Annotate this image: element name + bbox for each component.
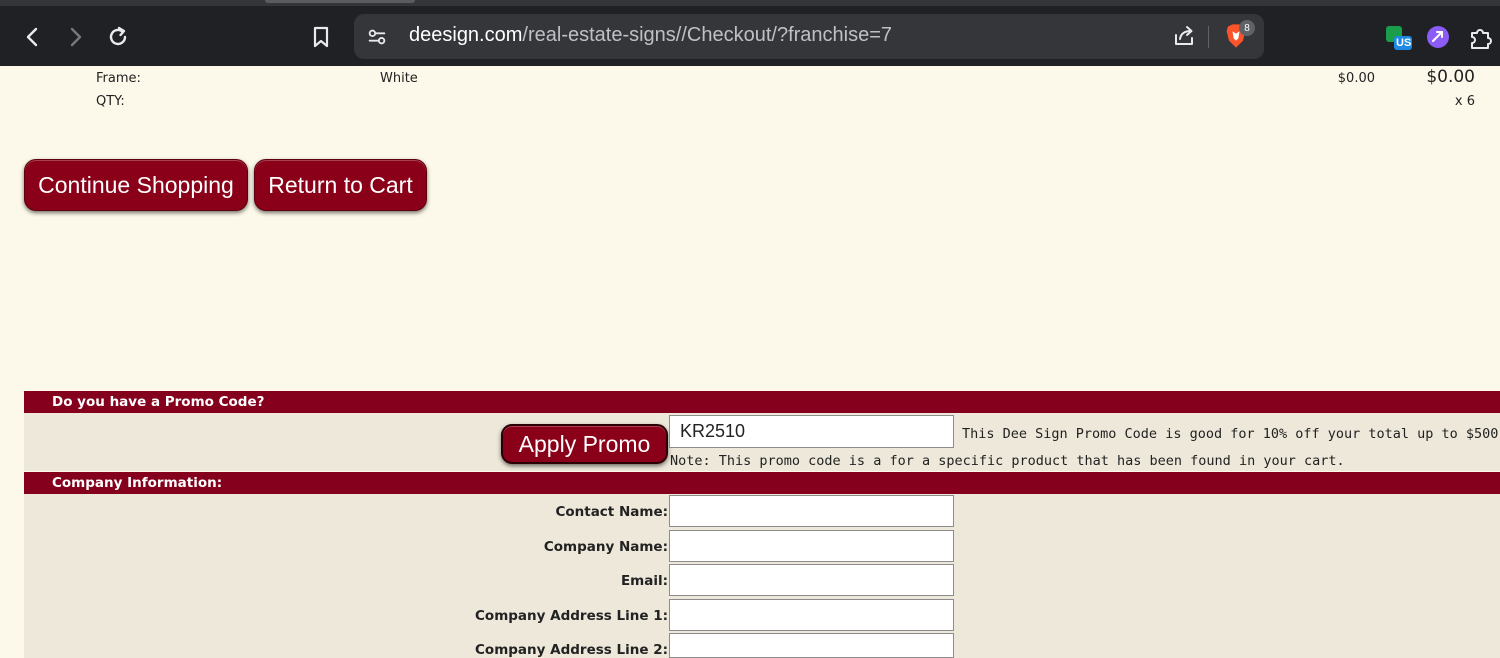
address-line-1-label: Company Address Line 1: [475, 608, 668, 624]
qty-value: x 6 [1454, 94, 1475, 109]
email-input[interactable] [669, 564, 954, 596]
line-total-price: $0.00 [1426, 67, 1475, 87]
tab-strip [0, 0, 1500, 6]
forward-icon[interactable] [60, 22, 90, 52]
continue-shopping-button[interactable]: Continue Shopping [24, 159, 248, 211]
url-host: deesign.com [409, 24, 523, 46]
bookmark-icon[interactable] [306, 22, 336, 52]
company-section-header: Company Information: [24, 472, 1500, 494]
promo-code-input[interactable] [669, 415, 954, 448]
vpn-extension-icon[interactable]: US [1385, 24, 1413, 52]
frame-value: White [380, 71, 418, 86]
promo-section-header: Do you have a Promo Code? [24, 391, 1500, 413]
extensions-puzzle-icon[interactable] [1467, 24, 1495, 52]
contact-name-label: Contact Name: [555, 504, 668, 520]
apply-promo-button[interactable]: Apply Promo [501, 424, 668, 464]
site-settings-icon[interactable] [366, 26, 388, 48]
company-name-label: Company Name: [543, 539, 668, 555]
return-to-cart-button[interactable]: Return to Cart [254, 159, 427, 211]
back-icon[interactable] [18, 22, 48, 52]
promo-description: This Dee Sign Promo Code is good for 10%… [962, 426, 1500, 442]
extension-label: US [1396, 37, 1412, 49]
address-line-2-input[interactable] [669, 633, 954, 658]
url-divider [1208, 26, 1209, 48]
brave-badge-count: 8 [1239, 20, 1255, 36]
address-bar[interactable]: deesign.com/real-estate-signs//Checkout/… [354, 14, 1264, 59]
url-text[interactable]: deesign.com/real-estate-signs//Checkout/… [409, 24, 892, 47]
checkout-page: Frame: White QTY: $0.00 $0.00 x 6 Contin… [0, 66, 1500, 658]
reload-icon[interactable] [103, 22, 133, 52]
purple-extension-icon[interactable] [1425, 24, 1453, 52]
company-section-title: Company Information: [52, 475, 223, 491]
address-line-1-input[interactable] [669, 599, 954, 631]
company-name-input[interactable] [669, 530, 954, 562]
contact-name-input[interactable] [669, 495, 954, 527]
unit-price: $0.00 [1337, 71, 1375, 86]
browser-toolbar: deesign.com/real-estate-signs//Checkout/… [0, 0, 1500, 66]
frame-label: Frame: [96, 71, 141, 86]
promo-note: Note: This promo code is a for a specifi… [670, 453, 1345, 469]
active-tab-edge[interactable] [265, 0, 415, 3]
share-icon[interactable] [1172, 24, 1196, 48]
qty-label: QTY: [96, 94, 125, 109]
address-line-2-label: Company Address Line 2: [475, 642, 668, 658]
email-label: Email: [620, 573, 668, 589]
promo-section-title: Do you have a Promo Code? [52, 394, 265, 410]
url-path: /real-estate-signs//Checkout/?franchise=… [522, 24, 893, 46]
